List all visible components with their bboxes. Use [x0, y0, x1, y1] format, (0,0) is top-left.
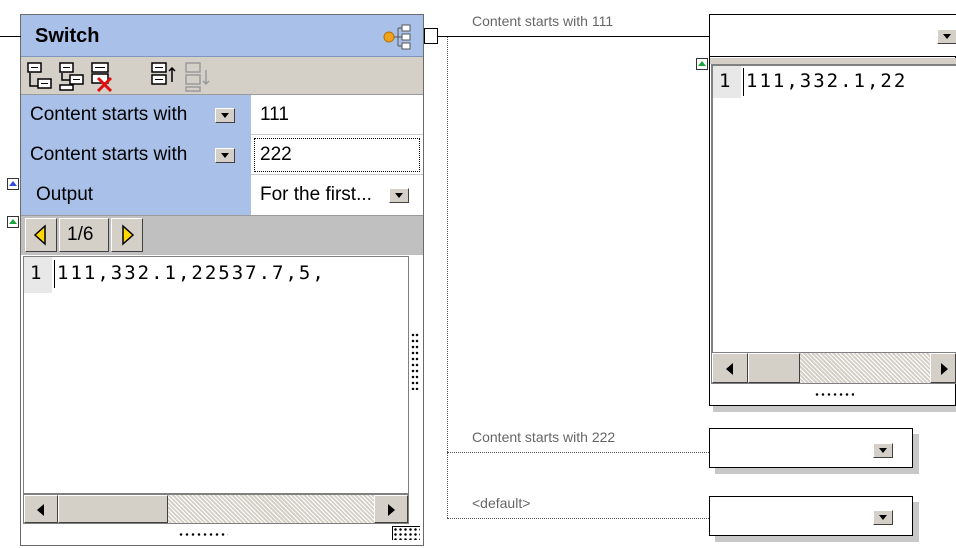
- output-default-dropdown[interactable]: [873, 510, 893, 525]
- output-111-preview-text: 111,332.1,22: [746, 70, 908, 92]
- vertical-resize-grip[interactable]: [411, 332, 419, 390]
- prev-page-button[interactable]: [25, 218, 57, 252]
- connection-label-111: Content starts with 111: [472, 13, 614, 29]
- bottom-resize-grip[interactable]: [178, 532, 228, 538]
- switch-title: Switch: [35, 25, 100, 47]
- connection-line-default: [447, 518, 709, 519]
- scroll-thumb[interactable]: [58, 495, 168, 523]
- output-111-line-number: 1: [719, 70, 733, 92]
- output-111-dropdown[interactable]: [937, 29, 956, 44]
- preview-text: 111,332.1,22537.7,5,: [57, 262, 326, 284]
- connection-line-222: [447, 452, 709, 453]
- output-111-scroll-left-button[interactable]: [712, 353, 748, 383]
- output-111-header[interactable]: [710, 15, 956, 57]
- connection-trunk: [447, 37, 448, 518]
- output-222-dropdown[interactable]: [873, 443, 893, 458]
- connection-line-111: [447, 36, 709, 37]
- condition-1-value[interactable]: 111: [260, 104, 289, 126]
- connection-label-default: <default>: [472, 495, 531, 511]
- output-mode-dropdown[interactable]: [389, 188, 409, 203]
- output-111-caret: [743, 68, 744, 96]
- output-111-preview-pane[interactable]: [711, 64, 956, 352]
- output-mode-value: For the first...: [260, 184, 372, 205]
- switch-type-icon: [381, 22, 413, 52]
- page-indicator: 1/6: [67, 224, 94, 245]
- preview-pane[interactable]: [23, 256, 409, 494]
- output-111-scroll-right-button[interactable]: [930, 353, 956, 383]
- output-default-shadow-bottom: [715, 536, 919, 542]
- output-111-expand-marker[interactable]: [696, 58, 708, 70]
- preview-line-number: 1: [30, 262, 44, 284]
- condition-1-operator: Content starts with: [30, 104, 188, 125]
- insert-condition-icon[interactable]: [25, 60, 55, 92]
- connection-label-222: Content starts with 222: [472, 429, 616, 445]
- expand-marker[interactable]: [7, 216, 19, 228]
- preview-caret: [54, 260, 55, 288]
- condition-2-operator: Content starts with: [30, 144, 188, 165]
- output-connector[interactable]: [424, 28, 438, 44]
- corner-resize-grip[interactable]: [392, 526, 420, 540]
- scroll-left-button[interactable]: [24, 495, 58, 523]
- condition-1-operator-dropdown[interactable]: [215, 108, 235, 123]
- move-up-icon[interactable]: [149, 60, 179, 92]
- output-111-shadow: [713, 406, 956, 412]
- output-111-bottom-grip[interactable]: [814, 392, 854, 398]
- append-condition-icon[interactable]: [57, 60, 87, 92]
- input-connector-line: [0, 36, 22, 37]
- output-222-shadow-bottom: [715, 468, 919, 474]
- move-down-icon: [183, 60, 213, 92]
- output-connector-line: [437, 36, 447, 37]
- condition-2-value[interactable]: 222: [260, 144, 292, 166]
- next-page-button[interactable]: [111, 218, 143, 252]
- delete-condition-icon[interactable]: [89, 60, 119, 93]
- scroll-right-button[interactable]: [374, 495, 408, 523]
- output-111-scroll-thumb[interactable]: [748, 353, 800, 383]
- output-label: Output: [36, 184, 94, 205]
- condition-2-operator-dropdown[interactable]: [215, 148, 235, 163]
- collapse-up-marker[interactable]: [7, 178, 19, 190]
